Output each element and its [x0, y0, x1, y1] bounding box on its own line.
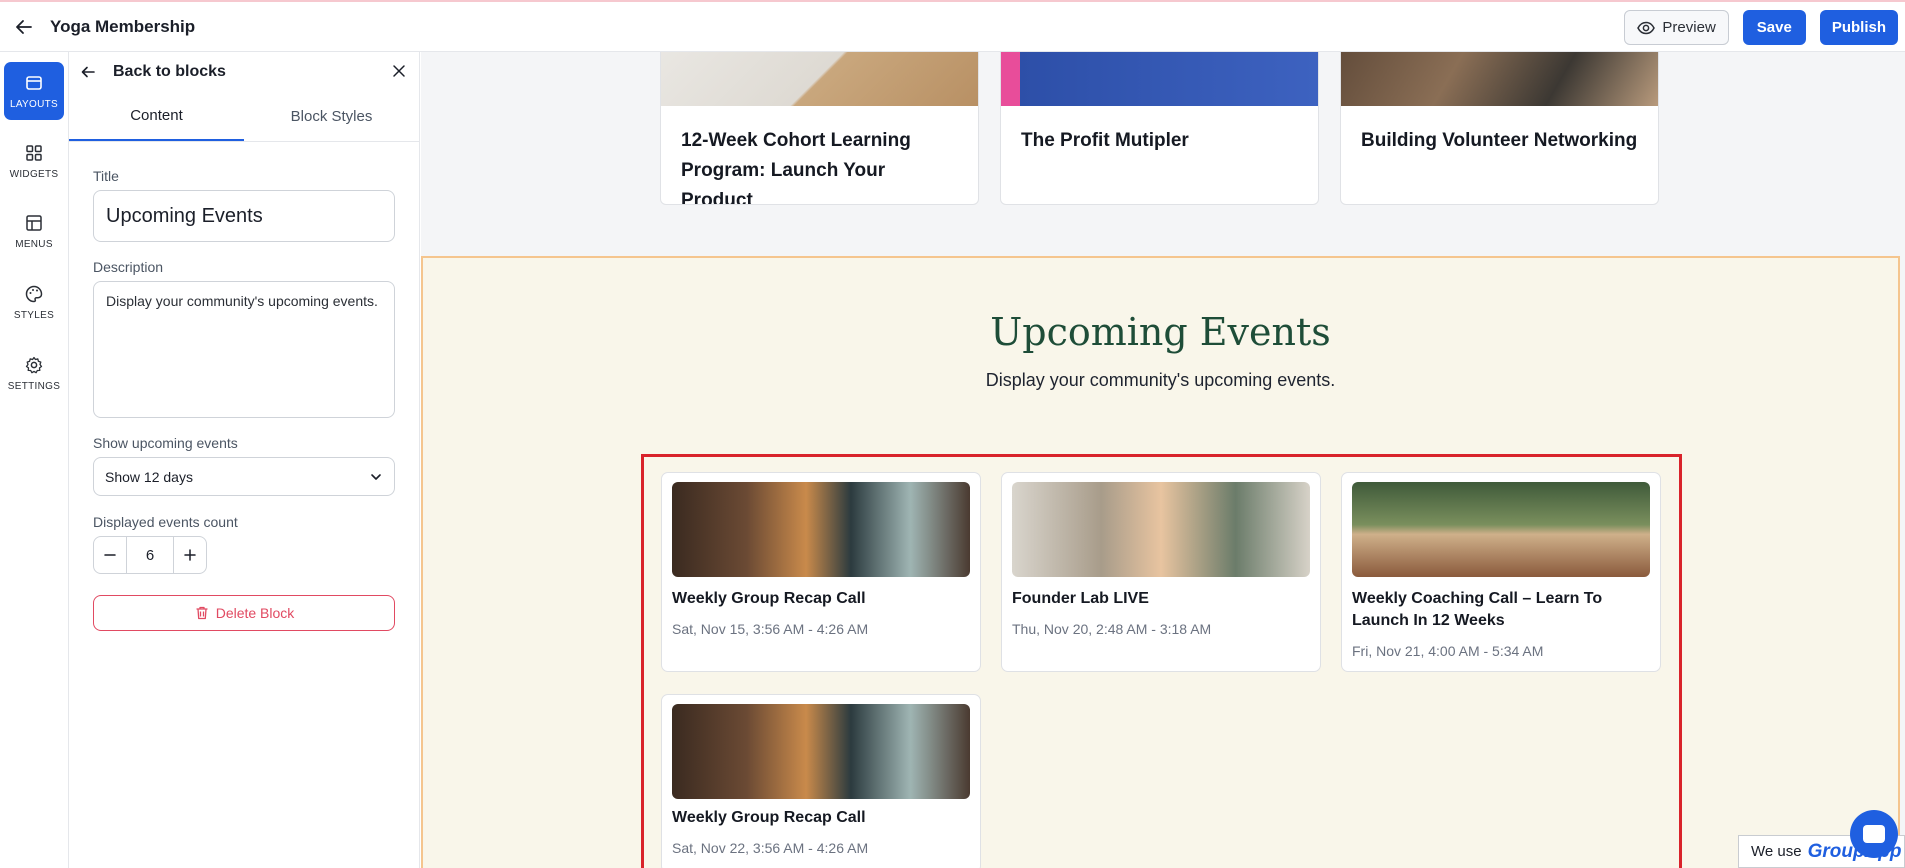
- show-upcoming-label: Show upcoming events: [93, 435, 238, 451]
- chat-icon: [1863, 825, 1885, 843]
- delete-block-button[interactable]: Delete Block: [93, 595, 395, 631]
- course-card-image: [1001, 52, 1318, 106]
- title-label: Title: [93, 168, 119, 184]
- rail-label: WIDGETS: [9, 168, 59, 180]
- course-card-title: The Profit Mutipler: [1021, 130, 1189, 151]
- event-name: Weekly Group Recap Call: [672, 809, 866, 826]
- tab-content[interactable]: Content: [69, 92, 244, 141]
- rail-item-menus[interactable]: MENUS: [4, 202, 64, 260]
- layout-icon: [26, 75, 42, 90]
- plus-icon: [184, 549, 196, 561]
- event-card[interactable]: Weekly Group Recap Call Sat, Nov 15, 3:5…: [661, 472, 981, 672]
- event-time: Sat, Nov 15, 3:56 AM - 4:26 AM: [672, 621, 869, 637]
- publish-button[interactable]: Publish: [1819, 10, 1898, 45]
- palette-icon: [25, 285, 43, 302]
- show-upcoming-select[interactable]: Show 12 days: [93, 457, 395, 496]
- delete-block-label: Delete Block: [215, 605, 295, 621]
- save-button[interactable]: Save: [1742, 10, 1806, 45]
- event-name: Weekly Group Recap Call: [672, 590, 866, 607]
- rail-label: MENUS: [15, 238, 53, 250]
- badge-prefix: We use: [1751, 843, 1802, 860]
- panel-header: Back to blocks: [69, 52, 419, 92]
- rail-label: LAYOUTS: [9, 98, 59, 110]
- description-label: Description: [93, 259, 164, 275]
- event-card[interactable]: Weekly Coaching Call – Learn To Launch I…: [1341, 472, 1661, 672]
- event-name: Founder Lab LIVE: [1012, 590, 1149, 607]
- widgets-grid-icon: [26, 144, 42, 161]
- increment-button[interactable]: [174, 537, 206, 573]
- rail-item-settings[interactable]: SETTINGS: [4, 344, 64, 402]
- course-card-image: [1341, 52, 1658, 106]
- preview-button[interactable]: Preview: [1624, 10, 1729, 45]
- tab-block-styles[interactable]: Block Styles: [244, 92, 419, 141]
- event-time: Thu, Nov 20, 2:48 AM - 3:18 AM: [1012, 621, 1212, 637]
- course-card-title: Building Volunteer Networking: [1361, 130, 1638, 151]
- course-card-title: 12-Week Cohort Learning Program: Launch …: [681, 130, 911, 205]
- event-card-image: [672, 704, 970, 799]
- event-card-image: [672, 482, 970, 577]
- show-upcoming-value: Show 12 days: [105, 468, 193, 485]
- section-title: Upcoming Events: [990, 310, 1331, 354]
- back-to-blocks-arrow-icon[interactable]: [79, 63, 97, 81]
- eye-icon: [1637, 21, 1656, 34]
- rail-item-styles[interactable]: STYLES: [4, 273, 64, 331]
- top-bar: Yoga Membership Preview Save Publish: [0, 0, 1905, 52]
- events-count-value[interactable]: 6: [126, 537, 174, 573]
- event-time: Fri, Nov 21, 4:00 AM - 5:34 AM: [1352, 643, 1544, 659]
- section-description: Display your community's upcoming events…: [985, 370, 1336, 390]
- event-name: Weekly Coaching Call – Learn To Launch I…: [1352, 590, 1603, 629]
- course-card[interactable]: The Profit Mutipler: [1000, 52, 1319, 205]
- count-label: Displayed events count: [93, 514, 238, 530]
- rail-label: SETTINGS: [7, 380, 61, 392]
- title-input[interactable]: Upcoming Events: [93, 190, 395, 242]
- menu-layout-icon: [26, 214, 42, 231]
- course-card-image: [661, 52, 978, 106]
- rail-label: STYLES: [13, 309, 55, 321]
- course-card[interactable]: Building Volunteer Networking: [1340, 52, 1659, 205]
- chat-bubble-button[interactable]: [1850, 810, 1898, 858]
- preview-label: Preview: [1662, 19, 1716, 36]
- close-icon[interactable]: [391, 63, 409, 81]
- course-card[interactable]: 12-Week Cohort Learning Program: Launch …: [660, 52, 979, 205]
- rail-item-layouts[interactable]: LAYOUTS: [4, 62, 64, 120]
- minus-icon: [104, 554, 116, 556]
- event-card[interactable]: Founder Lab LIVE Thu, Nov 20, 2:48 AM - …: [1001, 472, 1321, 672]
- block-editor-panel: Back to blocks Content Block Styles Titl…: [69, 52, 420, 868]
- app-title: Yoga Membership: [50, 16, 196, 36]
- decrement-button[interactable]: [94, 537, 126, 573]
- rail-item-widgets[interactable]: WIDGETS: [4, 132, 64, 190]
- event-card-image: [1352, 482, 1650, 577]
- left-rail: LAYOUTS WIDGETS MENUS STYLES SETTINGS: [0, 52, 69, 868]
- event-card[interactable]: Weekly Group Recap Call Sat, Nov 22, 3:5…: [661, 694, 981, 868]
- panel-tabs: Content Block Styles: [69, 92, 419, 142]
- back-arrow-icon[interactable]: [13, 16, 35, 38]
- events-count-stepper: 6: [93, 536, 207, 574]
- gear-icon: [25, 356, 43, 373]
- description-textarea[interactable]: Display your community's upcoming events…: [93, 281, 395, 418]
- back-to-blocks-link[interactable]: Back to blocks: [113, 63, 226, 81]
- upcoming-events-section[interactable]: Upcoming Events Display your community's…: [421, 256, 1900, 868]
- event-time: Sat, Nov 22, 3:56 AM - 4:26 AM: [672, 840, 869, 856]
- page-canvas: 12-Week Cohort Learning Program: Launch …: [421, 52, 1905, 868]
- event-card-image: [1012, 482, 1310, 577]
- trash-icon: [196, 606, 208, 620]
- chevron-down-icon: [371, 473, 381, 480]
